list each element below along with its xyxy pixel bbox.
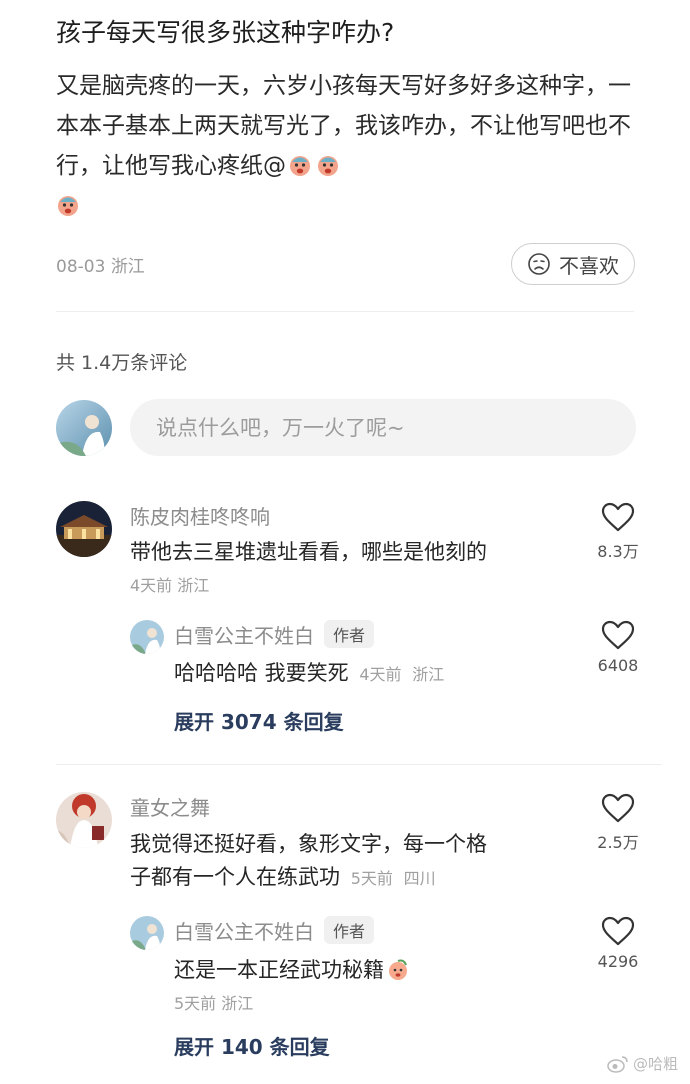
comment-input[interactable]: [130, 399, 636, 456]
expand-replies-link[interactable]: 展开 3074 条回复: [174, 706, 344, 735]
comment-text: 带他去三星堆遗址看看，哪些是他刻的: [130, 540, 487, 564]
author-badge: 作者: [324, 916, 375, 944]
watermark: @哈粗: [607, 1053, 678, 1074]
current-user-avatar[interactable]: [56, 400, 112, 456]
divider: [56, 311, 634, 312]
reply-time: 5天前: [174, 994, 217, 1013]
reply-text: 还是一本正经武功秘籍: [174, 958, 384, 982]
dislike-label: 不喜欢: [559, 253, 619, 278]
reply-avatar[interactable]: [130, 620, 164, 654]
comment-avatar[interactable]: [56, 792, 112, 848]
post-title: 孩子每天写很多张这种字咋办?: [56, 18, 395, 47]
comment-meta: 4天前 浙江: [130, 572, 209, 596]
post-meta: 08-03 浙江: [56, 252, 145, 277]
heart-icon: [601, 793, 635, 823]
like-button[interactable]: 2.5万: [588, 793, 648, 853]
heart-icon: [601, 916, 635, 946]
reply-author-row: 白雪公主不姓白 作者: [174, 916, 375, 945]
reply-author[interactable]: 白雪公主不姓白: [174, 920, 314, 944]
comment-author[interactable]: 童女之舞: [130, 792, 210, 821]
post-date: 08-03: [56, 257, 106, 277]
dislike-button[interactable]: 不喜欢: [511, 243, 635, 285]
watermark-text: @哈粗: [632, 1055, 678, 1073]
like-count: 4296: [597, 952, 639, 971]
comment-author[interactable]: 陈皮肉桂咚咚响: [130, 501, 270, 530]
reply-meta: 5天前 浙江: [174, 990, 253, 1014]
post-location: 浙江: [110, 257, 145, 277]
crying-emoji-icon: [290, 156, 310, 176]
reply-avatar[interactable]: [130, 916, 164, 950]
reply-author-row: 白雪公主不姓白 作者: [174, 620, 375, 649]
comment-time: 5天前: [350, 869, 393, 888]
divider: [56, 764, 662, 765]
author-badge: 作者: [324, 620, 375, 648]
heart-icon: [601, 502, 635, 532]
comment-location: 四川: [403, 869, 436, 888]
expand-replies-link[interactable]: 展开 140 条回复: [174, 1031, 330, 1060]
weibo-icon: [607, 1055, 628, 1073]
post-body-text: 又是脑壳疼的一天，六岁小孩每天写好多好多这种字，一本本子基本上两天就写光了，我该…: [56, 73, 631, 179]
reply-time: 4天前: [359, 665, 402, 684]
reply-text-row: 还是一本正经武功秘籍: [174, 954, 574, 987]
crying-emoji-icon: [318, 156, 338, 176]
comment-text: 我觉得还挺好看，象形文字，每一个格 子都有一个人在练武功 5天前 四川: [130, 828, 570, 895]
like-count: 2.5万: [597, 833, 639, 852]
like-button[interactable]: 4296: [588, 916, 648, 971]
reply-text: 哈哈哈哈 我要笑死: [174, 661, 349, 685]
post-body: 又是脑壳疼的一天，六岁小孩每天写好多好多这种字，一本本子基本上两天就写光了，我该…: [56, 66, 646, 226]
sad-face-icon: [528, 253, 550, 275]
reply-location: 浙江: [412, 665, 445, 684]
comment-text-line: 我觉得还挺好看，象形文字，每一个格: [130, 832, 487, 856]
comment-location: 浙江: [177, 576, 210, 595]
like-count: 8.3万: [597, 542, 639, 561]
comment-avatar[interactable]: [56, 501, 112, 557]
crying-emoji-icon: [58, 196, 78, 216]
heart-icon: [601, 620, 635, 650]
like-button[interactable]: 6408: [588, 620, 648, 675]
like-button[interactable]: 8.3万: [588, 502, 648, 562]
comment-count: 共 1.4万条评论: [56, 352, 188, 374]
comment-text-line: 子都有一个人在练武功: [130, 865, 340, 889]
peach-emoji-icon: [389, 959, 407, 980]
like-count: 6408: [597, 656, 639, 675]
reply-location: 浙江: [221, 994, 254, 1013]
reply-author[interactable]: 白雪公主不姓白: [174, 624, 314, 648]
reply-text-row: 哈哈哈哈 我要笑死 4天前 浙江: [174, 657, 574, 691]
comment-time: 4天前: [130, 576, 173, 595]
